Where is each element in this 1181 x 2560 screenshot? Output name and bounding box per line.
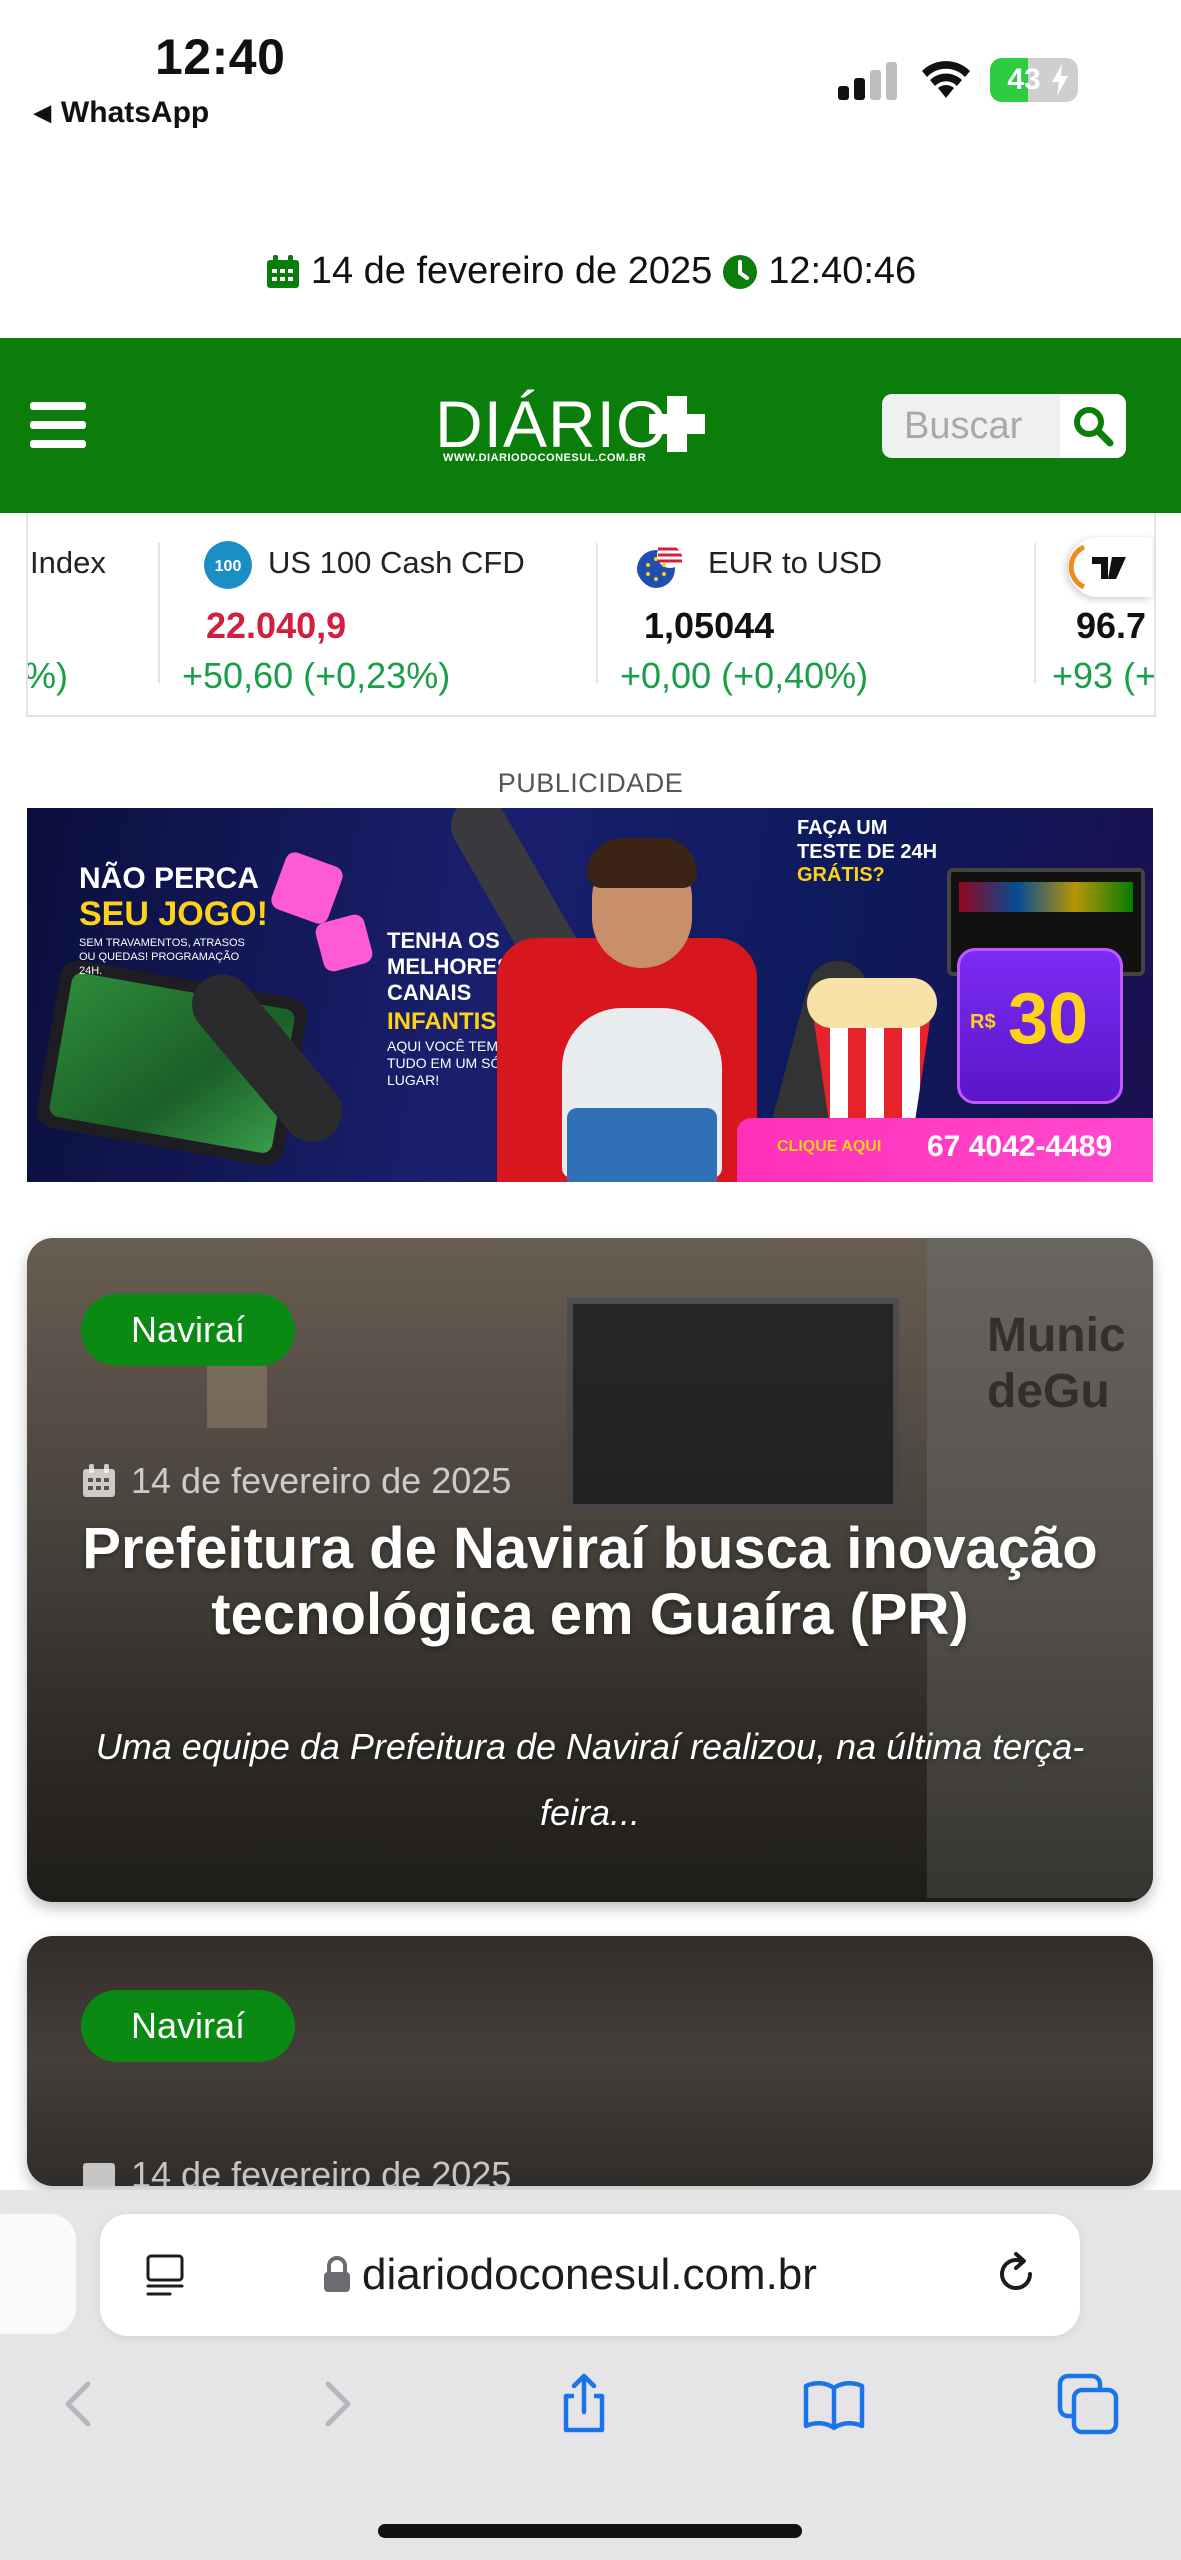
article-card[interactable]: MunicdeGu Naviraí 14 de fevereiro de 202… — [27, 1238, 1153, 1902]
ad-cta-label: CLIQUE AQUI — [777, 1138, 882, 1155]
article-date-text: 14 de fevereiro de 2025 — [131, 1460, 512, 1501]
article-date-text: 14 de fevereiro de 2025 — [131, 2154, 512, 2186]
price-value: 30 — [1008, 979, 1089, 1059]
home-indicator[interactable] — [378, 2524, 802, 2538]
category-badge[interactable]: Naviraí — [81, 1990, 295, 2062]
ticker-price: 96.7 — [1076, 605, 1147, 646]
tradingview-logo-icon[interactable] — [1068, 537, 1152, 597]
back-to-app-button[interactable]: ◀ WhatsApp — [34, 96, 209, 130]
search-button[interactable] — [1060, 394, 1126, 458]
site-logo[interactable]: DIÁRIO WWW.DIARIODOCONESUL.COM.BR — [435, 388, 715, 468]
ticker-name: Index — [30, 545, 106, 580]
ad-headline-2: SEU JOGO! — [79, 895, 268, 933]
calendar-icon — [83, 2163, 115, 2186]
category-badge[interactable]: Naviraí — [81, 1294, 295, 1366]
nasdaq-100-badge-icon: 100 — [204, 541, 252, 589]
clock-icon — [723, 254, 758, 289]
date-time-line: 14 de fevereiro de 2025 12:40:46 — [0, 250, 1181, 293]
ad-trial-free: GRÁTIS? — [797, 864, 885, 886]
ticker-change: +50,60 (+0,23%) — [182, 655, 451, 696]
page-menu-icon[interactable] — [144, 2252, 188, 2300]
kid-jeans-image — [567, 1108, 717, 1182]
hamburger-menu-icon[interactable] — [30, 402, 86, 448]
market-ticker[interactable]: Index %) 100 US 100 Cash CFD 22.040,9 +5… — [26, 513, 1156, 717]
share-icon[interactable] — [552, 2372, 616, 2436]
search-input[interactable] — [882, 394, 1058, 458]
ad-mid-line-3: AQUI VOCÊ TEM TUDO EM UM SÓ LUGAR! — [387, 1038, 502, 1088]
ticker-price: 22.040,9 — [206, 605, 347, 646]
wifi-icon — [922, 61, 970, 98]
price-box: R$ 30 — [957, 948, 1123, 1104]
reload-icon[interactable] — [990, 2248, 1042, 2300]
svg-text:100: 100 — [215, 558, 242, 575]
bookmarks-icon[interactable] — [802, 2372, 866, 2436]
popcorn-top-image — [807, 978, 937, 1028]
logo-wordmark: DIÁRIO — [435, 387, 669, 461]
url-text: diariodoconesul.com.br — [362, 2250, 817, 2299]
logo-plus-icon — [649, 396, 705, 452]
price-currency: R$ — [970, 1011, 996, 1033]
search-box — [882, 394, 1126, 458]
article-excerpt: Uma equipe da Prefeitura de Naviraí real… — [95, 1726, 1085, 1833]
address-bar[interactable]: diariodoconesul.com.br — [100, 2214, 1080, 2336]
kid-hair-image — [587, 838, 697, 888]
status-time: 12:40 — [155, 29, 286, 85]
battery-percent: 43 — [1007, 63, 1041, 96]
ad-trial-offer: FAÇA UM TESTE DE 24H — [797, 817, 938, 863]
lock-icon — [324, 2256, 350, 2292]
ticker-name: EUR to USD — [708, 545, 882, 580]
pink-cube-image — [268, 849, 346, 927]
logo-url: WWW.DIARIODOCONESUL.COM.BR — [443, 452, 647, 464]
ad-mid-line-2: INFANTIS! — [387, 1008, 505, 1035]
current-time: 12:40:46 — [768, 250, 917, 292]
ticker-item[interactable]: EUR to USD 1,05044 +0,00 (+0,40%) — [598, 513, 1032, 715]
ad-banner[interactable]: NÃO PERCA SEU JOGO! SEM TRAVAMENTOS, ATR… — [27, 808, 1153, 1182]
back-triangle-icon: ◀ — [34, 100, 51, 125]
eur-usd-flags-icon — [637, 542, 683, 588]
ad-tagline: SEM TRAVAMENTOS, ATRASOS OU QUEDAS! PROG… — [79, 937, 245, 977]
ticker-price: 1,05044 — [644, 605, 775, 646]
ticker-change: +93 (+ — [1052, 655, 1156, 696]
back-app-label: WhatsApp — [60, 96, 210, 129]
article-date: 14 de fevereiro de 2025 — [81, 2154, 511, 2186]
article-date: 14 de fevereiro de 2025 — [81, 1460, 511, 1502]
tabs-icon[interactable] — [1056, 2372, 1120, 2436]
current-date: 14 de fevereiro de 2025 — [310, 250, 713, 292]
cellular-signal-icon — [838, 62, 897, 100]
previous-tab-preview[interactable] — [0, 2214, 76, 2334]
calendar-icon — [83, 1464, 115, 1497]
ticker-item[interactable]: Index %) — [28, 513, 158, 715]
battery-indicator: 43 — [990, 58, 1078, 102]
ticker-change: %) — [26, 655, 68, 696]
search-icon — [1074, 407, 1114, 447]
article-card[interactable]: Naviraí 14 de fevereiro de 2025 — [27, 1936, 1153, 2186]
back-arrow-icon[interactable] — [48, 2372, 112, 2436]
forward-arrow-icon[interactable] — [304, 2372, 368, 2436]
ad-cta-bar[interactable]: CLIQUE AQUI 67 4042-4489 — [737, 1118, 1153, 1182]
charging-bolt-icon — [1052, 64, 1068, 96]
calendar-icon — [266, 254, 299, 288]
ad-label: PUBLICIDADE — [497, 768, 684, 798]
article-title[interactable]: Prefeitura de Naviraí busca inovação tec… — [67, 1516, 1113, 1648]
ticker-change: +0,00 (+0,40%) — [620, 655, 869, 696]
ad-headline-1: NÃO PERCA — [79, 862, 260, 895]
ad-phone-number: 67 4042-4489 — [927, 1130, 1113, 1163]
ticker-item[interactable]: 100 US 100 Cash CFD 22.040,9 +50,60 (+0,… — [160, 513, 594, 715]
ticker-name: US 100 Cash CFD — [268, 545, 525, 580]
